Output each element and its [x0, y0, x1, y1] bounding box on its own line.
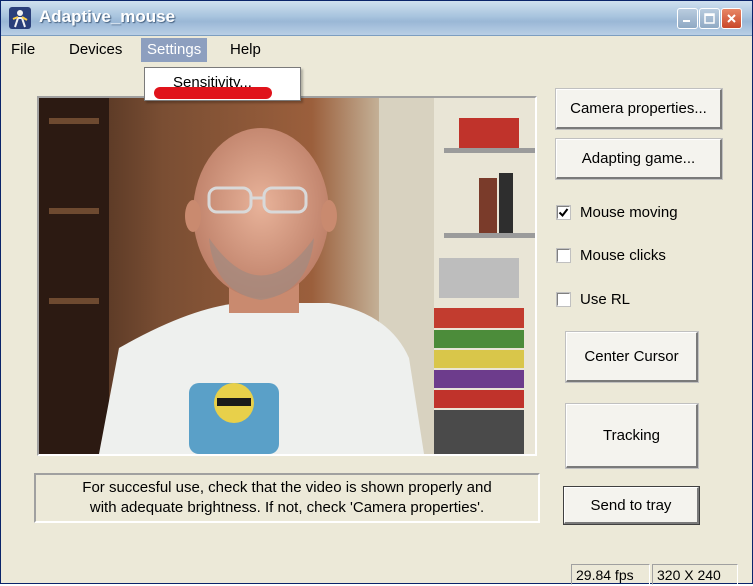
menu-settings[interactable]: Settings [141, 38, 208, 62]
center-cursor-button[interactable]: Center Cursor [565, 331, 699, 383]
window-title: Adaptive_mouse [39, 7, 176, 26]
app-window: Adaptive_mouse File Devices Settings Hel… [0, 0, 753, 585]
mouse-clicks-checkbox[interactable] [556, 247, 571, 263]
mouse-moving-label: Mouse moving [580, 203, 678, 221]
webcam-image [39, 98, 535, 454]
minimize-icon [683, 20, 690, 22]
menu-bar: File Devices Settings Help [1, 36, 752, 64]
status-message: For succesful use, check that the video … [34, 473, 540, 523]
mouse-clicks-checkbox-row[interactable]: Mouse clicks [556, 244, 666, 266]
mouse-clicks-label: Mouse clicks [580, 246, 666, 264]
mouse-moving-checkbox[interactable] [556, 204, 571, 220]
use-rl-checkbox[interactable] [556, 291, 571, 307]
checkmark-icon [558, 207, 569, 217]
close-button[interactable] [721, 8, 742, 29]
title-bar[interactable]: Adaptive_mouse [1, 1, 752, 36]
camera-video-preview [37, 96, 537, 456]
mouse-moving-checkbox-row[interactable]: Mouse moving [556, 201, 678, 223]
close-icon [727, 14, 736, 23]
minimize-button[interactable] [677, 8, 698, 29]
menu-devices[interactable]: Devices [63, 38, 128, 62]
menu-help[interactable]: Help [224, 38, 267, 62]
status-bar: 29.84 fps 320 X 240 [1, 561, 752, 585]
fps-readout: 29.84 fps [571, 564, 650, 585]
camera-properties-button[interactable]: Camera properties... [555, 88, 723, 130]
message-line-1: For succesful use, check that the video … [82, 479, 492, 496]
use-rl-label: Use RL [580, 290, 631, 308]
menu-file[interactable]: File [5, 38, 41, 62]
message-line-2: with adequate brightness. If not, check … [89, 499, 485, 516]
resolution-readout: 320 X 240 [652, 564, 738, 585]
maximize-icon [704, 13, 715, 24]
app-icon [9, 7, 31, 29]
tracking-button[interactable]: Tracking [565, 403, 699, 469]
use-rl-checkbox-row[interactable]: Use RL [556, 288, 631, 310]
adapting-game-button[interactable]: Adapting game... [555, 138, 723, 180]
send-to-tray-button[interactable]: Send to tray [563, 486, 700, 525]
maximize-button[interactable] [699, 8, 720, 29]
red-highlight-mark [154, 87, 272, 99]
